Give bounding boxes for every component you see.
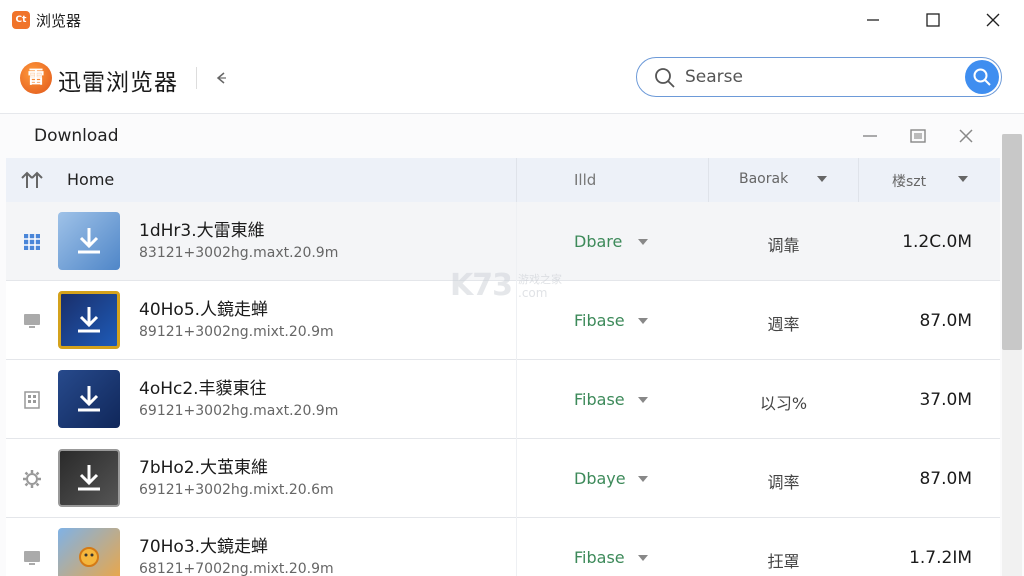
maximize-icon xyxy=(926,13,940,27)
file-meta: 89121+3002ng.mixt.20.9m xyxy=(139,324,334,340)
file-name[interactable]: 70Ho3.大鏡走蝉 xyxy=(139,532,268,557)
search-button-icon xyxy=(973,68,991,86)
sun-icon xyxy=(79,547,99,567)
file-thumbnail xyxy=(58,212,120,270)
file-size: 87.0M xyxy=(919,469,972,489)
file-size: 1.7.2IM xyxy=(909,548,972,568)
close-button[interactable] xyxy=(970,4,1016,36)
restore-icon xyxy=(910,129,926,143)
close-icon xyxy=(986,13,1000,27)
grid-icon xyxy=(22,232,42,252)
search-icon xyxy=(653,66,677,94)
column-divider xyxy=(516,360,517,439)
column-divider xyxy=(516,158,517,202)
file-size: 87.0M xyxy=(919,311,972,331)
back-arrow-icon[interactable] xyxy=(208,65,234,91)
file-size: 37.0M xyxy=(919,390,972,410)
building-icon xyxy=(22,390,42,410)
gear-icon xyxy=(22,469,42,489)
minimize-icon xyxy=(863,135,877,137)
file-meta: 69121+3002hg.mixt.20.6m xyxy=(139,482,334,498)
column-divider xyxy=(516,439,517,518)
chevron-down-icon[interactable] xyxy=(958,176,968,182)
chevron-down-icon[interactable] xyxy=(638,555,648,561)
column-header-name[interactable]: Home xyxy=(67,170,114,189)
download-list: 1dHr3.大雷東維 83121+3002hg.maxt.20.9m Dbare… xyxy=(6,202,1000,576)
status-label: Fibase xyxy=(574,390,625,409)
chevron-down-icon[interactable] xyxy=(638,476,648,482)
table-row[interactable]: 4oHc2.丰貘東往 69121+3002hg.maxt.20.9m Fibas… xyxy=(6,360,1000,439)
column-divider xyxy=(516,518,517,576)
rate-label: 以习% xyxy=(759,394,808,413)
file-thumbnail xyxy=(58,528,120,576)
brand-name: 迅雷浏览器 xyxy=(58,70,178,96)
download-icon xyxy=(78,228,100,254)
status-label: Dbare xyxy=(574,232,623,251)
file-name[interactable]: 7bHo2.大茧東維 xyxy=(139,453,268,478)
download-icon xyxy=(78,465,100,491)
column-divider xyxy=(708,158,709,202)
minimize-icon xyxy=(867,19,879,21)
scrollbar-thumb[interactable] xyxy=(1002,134,1022,350)
monitor-icon xyxy=(22,311,42,331)
panel-minimize-button[interactable] xyxy=(858,124,882,148)
maximize-button[interactable] xyxy=(910,4,956,36)
file-meta: 69121+3002hg.maxt.20.9m xyxy=(139,403,339,419)
panel-close-button[interactable] xyxy=(954,124,978,148)
file-meta: 68121+7002ng.mixt.20.9m xyxy=(139,561,334,576)
title-bar: Ct 浏览器 xyxy=(0,0,1024,40)
status-label: Fibase xyxy=(574,548,625,567)
watermark: K73 游戏之家 .com xyxy=(450,268,580,308)
file-size: 1.2C.0M xyxy=(902,232,972,252)
file-name[interactable]: 1dHr3.大雷東維 xyxy=(139,216,265,241)
table-header: Home Illd Baorak 楼szt xyxy=(6,158,1000,202)
rate-label: 调率 xyxy=(767,473,800,492)
file-thumbnail xyxy=(58,291,120,349)
chevron-down-icon[interactable] xyxy=(638,318,648,324)
window-title: 浏览器 xyxy=(36,12,82,30)
chevron-down-icon[interactable] xyxy=(638,239,648,245)
status-label: Dbaye xyxy=(574,469,626,488)
chevron-down-icon[interactable] xyxy=(817,176,827,182)
sort-icon[interactable] xyxy=(20,170,44,194)
column-divider xyxy=(858,158,859,202)
brand-logo-icon[interactable]: 雷 xyxy=(20,62,52,94)
browser-header: 雷 迅雷浏览器 xyxy=(0,40,1024,114)
table-row[interactable]: 7bHo2.大茧東維 69121+3002hg.mixt.20.6m Dbaye… xyxy=(6,439,1000,518)
panel-title: Download xyxy=(34,126,119,146)
column-header-size[interactable]: 楼szt xyxy=(892,171,926,191)
download-icon xyxy=(78,386,100,412)
file-name[interactable]: 40Ho5.人鏡走蝉 xyxy=(139,295,268,320)
download-icon xyxy=(78,307,100,333)
minimize-button[interactable] xyxy=(850,4,896,36)
app-logo-icon: Ct xyxy=(12,11,30,29)
column-header-rate[interactable]: Baorak xyxy=(739,171,788,187)
watermark-subtitle: 游戏之家 xyxy=(518,273,562,286)
file-thumbnail xyxy=(58,449,120,507)
download-panel: Download Home Illd Baorak 楼szt 1dHr3.大雷東… xyxy=(0,114,1024,576)
rate-label: 週率 xyxy=(767,315,800,334)
panel-restore-button[interactable] xyxy=(906,124,930,148)
search-input[interactable] xyxy=(685,64,945,90)
watermark-logo: K73 xyxy=(450,268,513,303)
rate-label: 调靠 xyxy=(767,236,800,255)
file-thumbnail xyxy=(58,370,120,428)
rate-label: 抂罩 xyxy=(767,552,800,571)
column-header-status[interactable]: Illd xyxy=(574,171,596,189)
file-name[interactable]: 4oHc2.丰貘東往 xyxy=(139,374,267,399)
search-bar xyxy=(636,57,1002,97)
header-divider xyxy=(196,67,197,89)
search-button[interactable] xyxy=(965,60,999,94)
chevron-down-icon[interactable] xyxy=(638,397,648,403)
file-meta: 83121+3002hg.maxt.20.9m xyxy=(139,245,339,261)
monitor-icon xyxy=(22,548,42,568)
table-row[interactable]: 70Ho3.大鏡走蝉 68121+7002ng.mixt.20.9m Fibas… xyxy=(6,518,1000,576)
status-label: Fibase xyxy=(574,311,625,330)
close-icon xyxy=(959,129,973,143)
watermark-domain: .com xyxy=(518,286,548,300)
